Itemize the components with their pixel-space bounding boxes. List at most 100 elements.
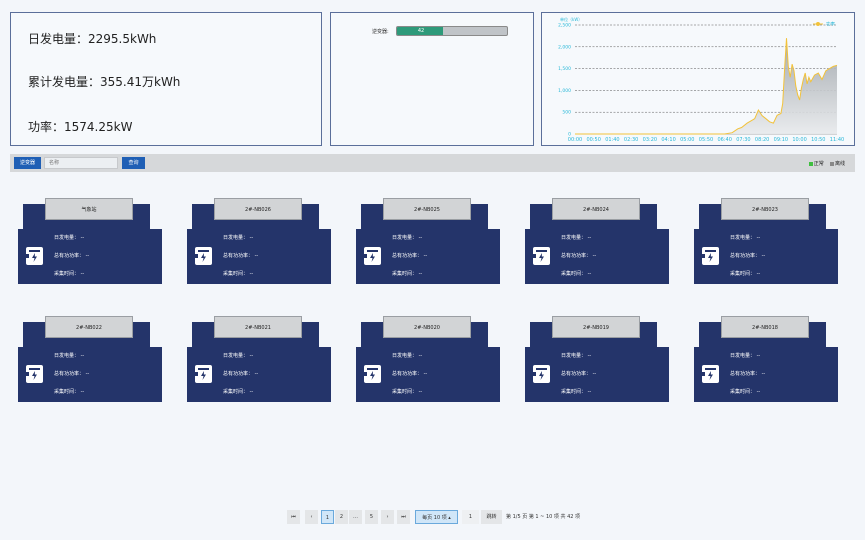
x-tick-label: 05:50 [699,137,713,143]
y-tick-label: 2,000 [558,44,571,50]
collect-time-label: 采集时间： [223,271,249,277]
collect-time-value: -- [80,271,85,277]
inverter-icon [532,246,551,266]
device-card[interactable]: 2#-NB021 日发电量： -- 总有功功率： -- 采集时间： -- [187,316,331,402]
device-name: 2#-NB025 [383,198,471,220]
inverter-label: 逆变器: [372,29,389,35]
daily-generation-value: -- [756,353,761,359]
active-power-value: -- [761,253,766,259]
x-tick-label: 09:10 [774,137,788,143]
collect-time-label: 采集时间： [54,271,80,277]
prev-page-button[interactable]: ‹ [305,510,318,524]
daily-generation-label: 日发电量： [223,353,249,359]
device-card[interactable]: 气象站 日发电量： -- 总有功功率： -- 采集时间： -- [18,198,162,284]
x-tick-label: 10:50 [811,137,825,143]
collect-time-value: -- [587,271,592,277]
device-type-button[interactable]: 逆变器 [14,157,41,169]
active-power-label: 总有功功率： [730,253,761,259]
page-button[interactable]: 1 [321,510,334,524]
page-size-select[interactable]: 每页 10 项 ▴ [415,510,458,524]
device-name: 2#-NB018 [721,316,809,338]
y-tick-label: 1,500 [558,66,571,72]
daily-generation: 日发电量：2295.5kWh [28,32,157,46]
active-power-value: -- [254,371,259,377]
total-generation: 累计发电量：355.41万kWh [28,75,181,89]
current-power: 功率：1574.25kW [28,120,133,134]
card-body: 日发电量： -- 总有功功率： -- 采集时间： -- [694,229,838,284]
page-button[interactable]: 5 [365,510,378,524]
power-chart: 单位（kW）05001,0001,5002,0002,50000:00 00:50… [558,16,844,143]
card-body: 日发电量： -- 总有功功率： -- 采集时间： -- [356,229,500,284]
daily-generation-label: 日发电量： [561,353,587,359]
collect-time-value: -- [80,389,85,395]
collect-time-value: -- [418,271,423,277]
legend-label: 功率 [826,21,835,28]
device-name: 2#-NB019 [552,316,640,338]
device-name: 2#-NB023 [721,198,809,220]
device-name: 2#-NB024 [552,198,640,220]
daily-generation-label: 日发电量： [54,353,80,359]
active-power-label: 总有功功率： [561,253,592,259]
collect-time-value: -- [418,389,423,395]
inverter-icon [701,364,720,384]
device-card[interactable]: 2#-NB025 日发电量： -- 总有功功率： -- 采集时间： -- [356,198,500,284]
name-search-input[interactable] [44,157,118,169]
daily-generation-value: -- [418,353,423,359]
daily-generation-value: -- [80,235,85,241]
active-power-value: -- [254,253,259,259]
card-body: 日发电量： -- 总有功功率： -- 采集时间： -- [356,347,500,402]
device-name: 2#-NB020 [383,316,471,338]
collect-time-value: -- [756,271,761,277]
device-card[interactable]: 2#-NB019 日发电量： -- 总有功功率： -- 采集时间： -- [525,316,669,402]
page-button[interactable]: 2 [335,510,348,524]
legend-marker [816,22,820,26]
daily-generation-value: -- [756,235,761,241]
card-body: 日发电量： -- 总有功功率： -- 采集时间： -- [525,229,669,284]
daily-generation-label: 日发电量： [392,235,418,241]
power-chart-panel: 单位（kW） 0 500 1,000 1,500 2,000 2,500 00:00 00:50… [541,12,855,146]
daily-generation-label: 日发电量： [561,235,587,241]
active-power-value: -- [423,371,428,377]
collect-time-label: 采集时间： [223,389,249,395]
device-card[interactable]: 2#-NB026 日发电量： -- 总有功功率： -- 采集时间： -- [187,198,331,284]
card-body: 日发电量： -- 总有功功率： -- 采集时间： -- [694,347,838,402]
collect-time-label: 采集时间： [392,389,418,395]
normal-status-swatch [808,161,813,166]
jump-button[interactable]: 跳转 [481,510,502,524]
active-power-label: 总有功功率： [54,253,85,259]
inverter-icon [25,246,44,266]
daily-generation-value: -- [80,353,85,359]
y-tick-label: 1,000 [558,88,571,94]
x-tick-label: 04:10 [661,137,675,143]
x-tick-label: 01:40 [605,137,619,143]
x-tick-label: 06:40 [718,137,732,143]
collect-time-value: -- [249,271,254,277]
active-power-value: -- [592,253,597,259]
inverter-icon [532,364,551,384]
device-card[interactable]: 2#-NB018 日发电量： -- 总有功功率： -- 采集时间： -- [694,316,838,402]
jump-page-input[interactable]: 1 [462,510,479,524]
next-page-button[interactable]: › [381,510,394,524]
device-card[interactable]: 2#-NB023 日发电量： -- 总有功功率： -- 采集时间： -- [694,198,838,284]
x-tick-label: 05:00 [680,137,694,143]
inverter-icon [25,364,44,384]
card-body: 日发电量： -- 总有功功率： -- 采集时间： -- [187,347,331,402]
collect-time-label: 采集时间： [561,271,587,277]
inverter-icon [363,246,382,266]
device-card[interactable]: 2#-NB022 日发电量： -- 总有功功率： -- 采集时间： -- [18,316,162,402]
daily-generation-label: 日发电量： [223,235,249,241]
offline-status-label: 离线 [834,161,845,167]
device-name: 2#-NB022 [45,316,133,338]
inverter-panel: 逆变器: 42 [330,12,534,146]
first-page-button[interactable]: ⏮ [287,510,300,524]
query-button[interactable]: 查询 [122,157,145,169]
active-power-value: -- [592,371,597,377]
last-page-button[interactable]: ⏭ [397,510,410,524]
device-card[interactable]: 2#-NB024 日发电量： -- 总有功功率： -- 采集时间： -- [525,198,669,284]
inverter-progress-bar: 42 [396,26,508,36]
collect-time-value: -- [249,389,254,395]
collect-time-label: 采集时间： [730,389,756,395]
active-power-value: -- [761,371,766,377]
daily-generation-label: 日发电量： [730,235,756,241]
device-card[interactable]: 2#-NB020 日发电量： -- 总有功功率： -- 采集时间： -- [356,316,500,402]
